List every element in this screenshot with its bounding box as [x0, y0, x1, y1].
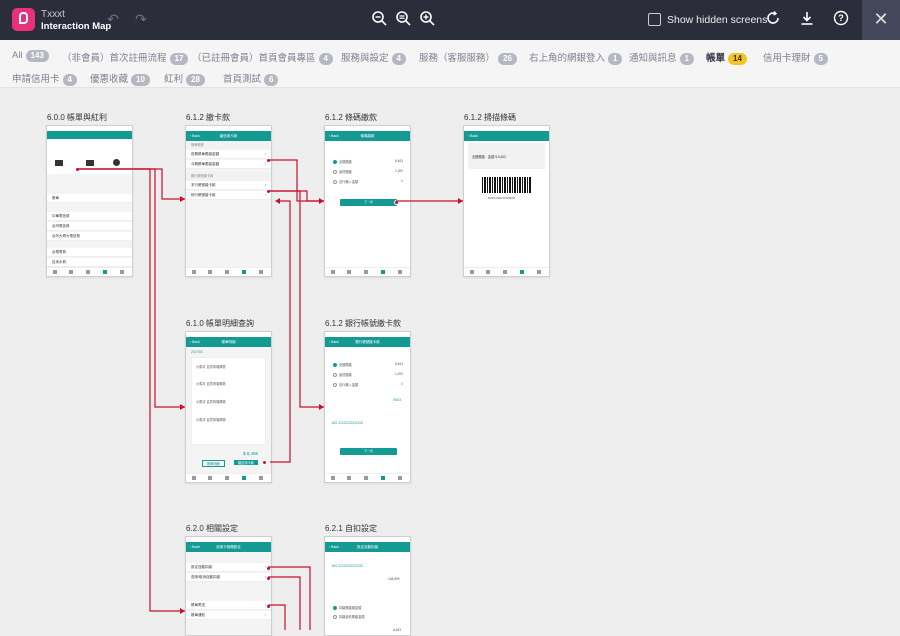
filter-chip[interactable]: （已註冊會員）首頁會員專區 4 [192, 50, 333, 65]
svg-text:?: ? [838, 13, 844, 23]
filter-chip[interactable]: 右上角的網銀登入 1 [529, 50, 623, 65]
zoom-in-icon[interactable] [418, 10, 436, 28]
show-hidden-checkbox[interactable] [648, 13, 661, 26]
filter-chip[interactable]: 紅利 28 [164, 71, 205, 86]
filter-chip[interactable]: 優惠收藏 10 [90, 71, 150, 86]
help-icon[interactable]: ? [832, 10, 850, 28]
filter-chip[interactable]: 服務與設定 4 [341, 50, 406, 65]
filter-chip[interactable]: 首頁測試 6 [223, 71, 279, 86]
filter-chip-active[interactable]: 帳單 14 [706, 50, 747, 65]
show-hidden-label[interactable]: Show hidden screens [667, 14, 767, 26]
refresh-icon[interactable] [764, 10, 782, 28]
filter-chip[interactable]: 信用卡理財 5 [763, 50, 828, 65]
filter-chip[interactable]: 服務（客服服務） 26 [419, 50, 517, 65]
filter-chip[interactable]: 通知與訊息 1 [629, 50, 694, 65]
undo-icon[interactable]: ↶ [104, 10, 122, 28]
close-button[interactable]: ✕ [862, 0, 900, 40]
redo-icon[interactable]: ↷ [132, 10, 150, 28]
filter-chip[interactable]: 申請信用卡 4 [12, 71, 77, 86]
zoom-fit-icon[interactable] [394, 10, 412, 28]
link-arrows [77, 159, 463, 630]
filter-bar: All 143 （非會員）首次註冊流程 17 （已註冊會員）首頁會員專區 4 服務與設… [0, 40, 900, 88]
app-subtitle: Interaction Map [41, 21, 112, 32]
filter-chip-all[interactable]: All 143 [12, 50, 49, 62]
zoom-out-icon[interactable] [370, 10, 388, 28]
interaction-canvas[interactable]: 6.0.0 帳單與紅利 6.1.2 繳卡款 6.1.2 條碼繳款 6.1.2 掃… [0, 89, 900, 636]
top-toolbar: Txxxt Interaction Map ↶ ↷ Show hidden sc… [0, 0, 900, 40]
download-icon[interactable] [798, 10, 816, 28]
app-name: Txxxt [41, 9, 65, 20]
app-logo-icon[interactable] [12, 8, 35, 31]
filter-chip[interactable]: （非會員）首次註冊流程 17 [62, 50, 189, 65]
